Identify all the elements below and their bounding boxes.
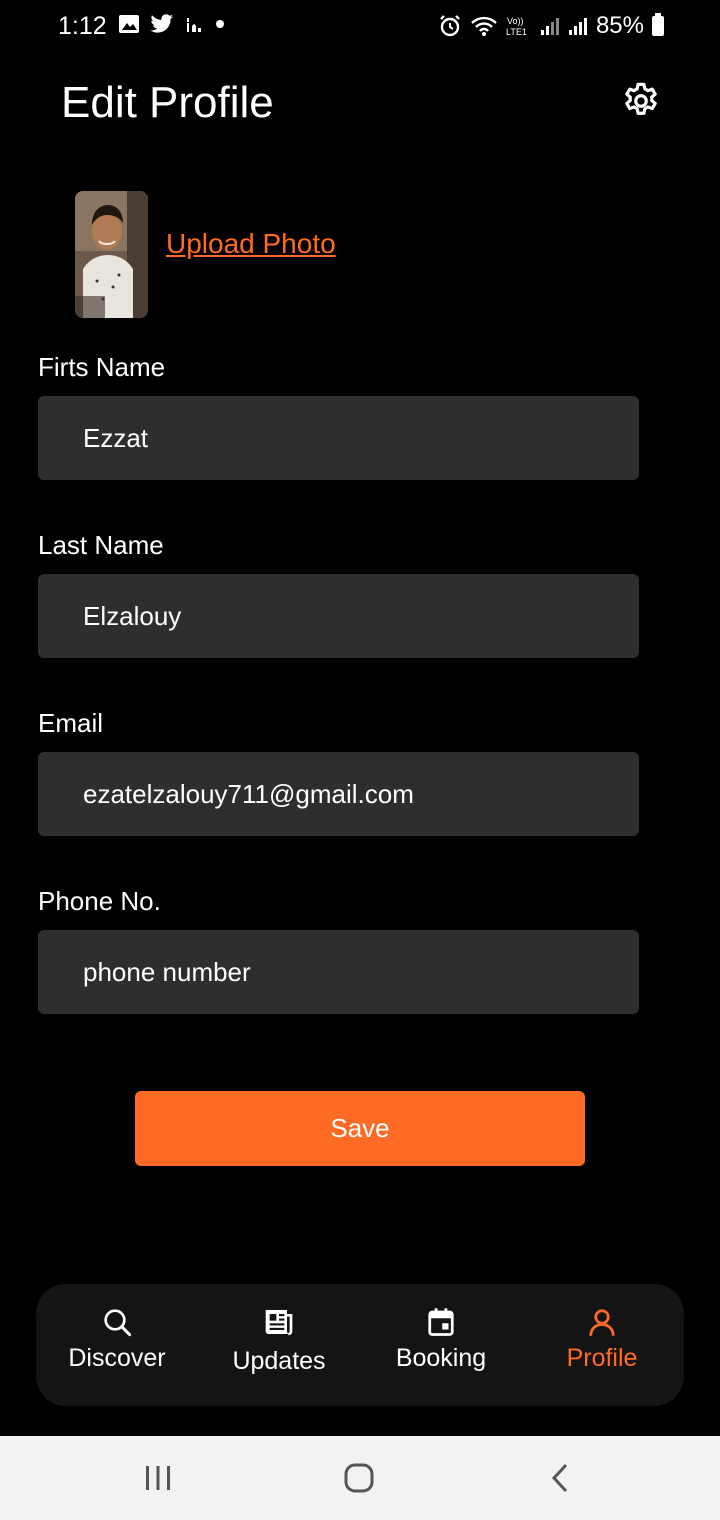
first-name-field[interactable]	[38, 396, 639, 480]
mosque-icon	[187, 18, 201, 32]
status-left-icons	[118, 14, 226, 34]
gallery-icon	[119, 15, 139, 33]
save-button[interactable]: Save	[135, 1091, 585, 1166]
user-icon	[589, 1309, 615, 1336]
email-field[interactable]	[38, 752, 639, 836]
bottom-nav: Discover Updates Booking Profile	[36, 1284, 684, 1406]
nav-item-booking[interactable]: Booking	[366, 1284, 516, 1406]
home-icon	[344, 1463, 374, 1493]
home-button[interactable]	[329, 1456, 389, 1500]
recent-apps-icon	[146, 1466, 170, 1490]
dot-icon	[216, 20, 224, 28]
signal-icon	[568, 18, 587, 35]
last-name-field[interactable]	[38, 574, 639, 658]
nav-label-profile: Profile	[566, 1344, 638, 1372]
avatar	[75, 191, 148, 318]
battery-icon	[652, 13, 664, 36]
back-icon	[551, 1463, 568, 1493]
status-time: 1:12	[58, 12, 107, 40]
back-button[interactable]	[530, 1456, 590, 1500]
phone-label: Phone No.	[38, 886, 161, 916]
phone-field[interactable]	[38, 930, 639, 1014]
profile-photo	[75, 191, 148, 318]
wifi-icon	[471, 16, 497, 36]
nav-item-discover[interactable]: Discover	[42, 1284, 192, 1406]
status-bar: 1:12 Vo)) LTE1 85%	[0, 0, 720, 56]
newspaper-icon	[265, 1310, 293, 1336]
battery-percent: 85%	[595, 12, 644, 39]
nav-item-updates[interactable]: Updates	[204, 1284, 354, 1406]
nav-label-booking: Booking	[395, 1344, 487, 1372]
nav-label-updates: Updates	[232, 1347, 326, 1375]
recent-apps-button[interactable]	[128, 1456, 188, 1500]
upload-photo-link[interactable]: Upload Photo	[166, 228, 336, 260]
nav-item-profile[interactable]: Profile	[527, 1284, 677, 1406]
first-name-label: Firts Name	[38, 352, 166, 382]
nav-label-discover: Discover	[68, 1344, 166, 1372]
calendar-icon	[428, 1308, 454, 1336]
email-label: Email	[38, 708, 104, 738]
svg-text:Vo)): Vo))	[507, 16, 524, 26]
svg-text:LTE1: LTE1	[506, 27, 527, 37]
twitter-icon	[150, 14, 173, 33]
alarm-icon	[440, 15, 460, 37]
last-name-label: Last Name	[38, 530, 164, 560]
page-title: Edit Profile	[61, 78, 274, 127]
status-right-icons: Vo)) LTE1 85%	[438, 12, 664, 40]
gear-icon	[625, 82, 657, 115]
settings-button[interactable]	[620, 80, 662, 122]
signal-icon	[540, 18, 559, 35]
system-nav-bar	[0, 1436, 720, 1520]
volte-icon: Vo)) LTE1	[506, 16, 527, 37]
search-icon	[104, 1309, 132, 1337]
